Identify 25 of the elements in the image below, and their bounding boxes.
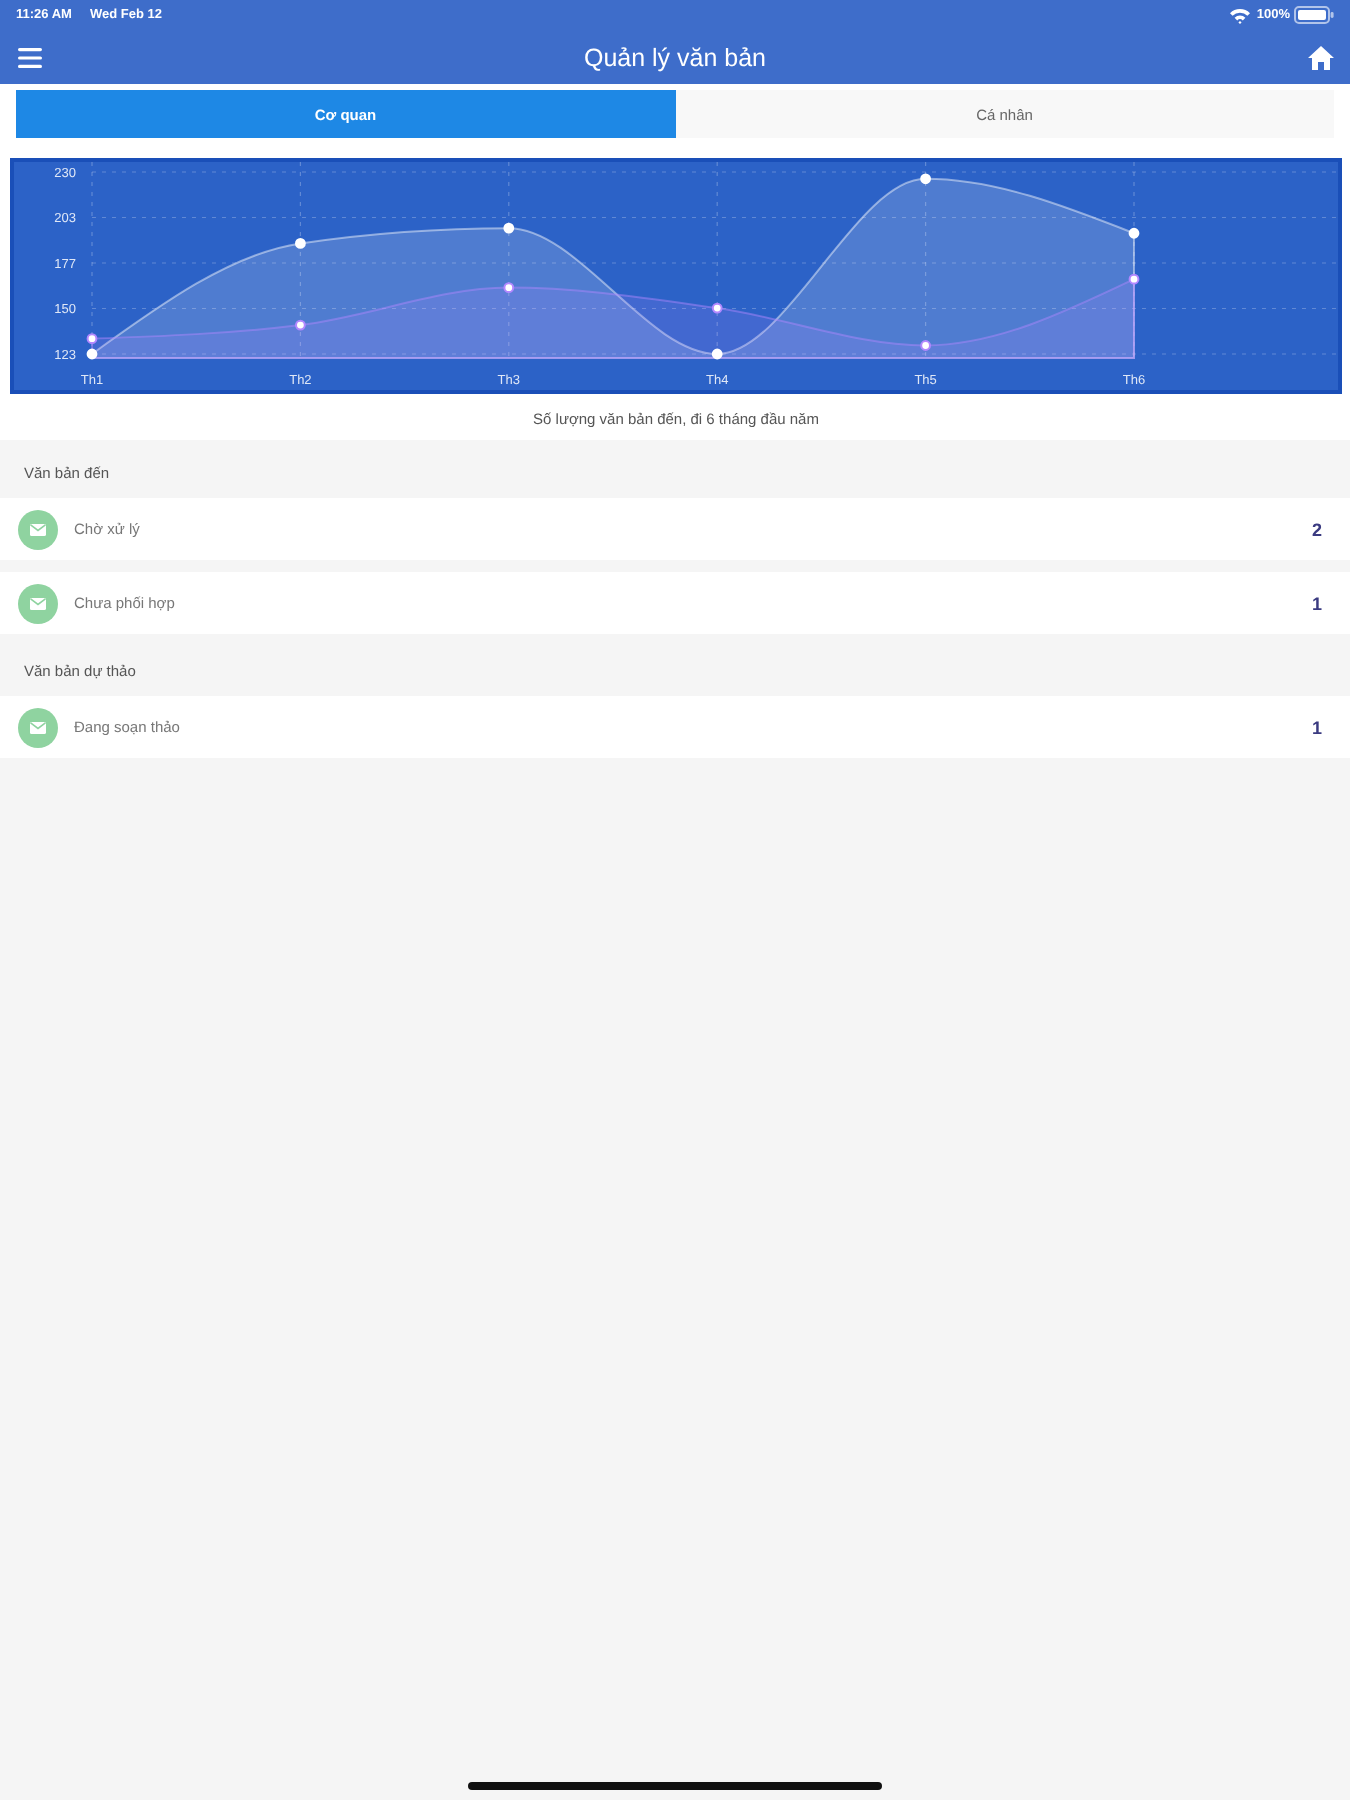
menu-button[interactable] <box>18 47 42 67</box>
row-count: 1 <box>1311 717 1322 737</box>
data-point <box>295 319 306 331</box>
data-point <box>503 222 515 234</box>
data-point <box>1128 273 1140 285</box>
data-point <box>503 282 515 294</box>
wifi-icon <box>1230 7 1251 23</box>
envelope-icon <box>18 583 58 623</box>
envelope-icon <box>18 509 58 549</box>
row-count: 2 <box>1311 519 1322 539</box>
home-button[interactable] <box>1307 45 1334 69</box>
page-title: Quản lý văn bản <box>583 43 767 71</box>
data-point <box>86 333 98 345</box>
row-count: 1 <box>1311 593 1322 613</box>
data-point <box>711 302 723 314</box>
envelope-icon <box>18 707 58 747</box>
data-point <box>86 348 98 360</box>
home-icon <box>1307 45 1334 69</box>
battery-icon <box>1294 6 1334 24</box>
data-point <box>711 348 723 360</box>
data-point <box>920 173 931 185</box>
menu-icon <box>18 47 42 67</box>
data-point <box>1128 227 1140 239</box>
data-point <box>920 340 931 351</box>
data-point <box>295 238 306 249</box>
